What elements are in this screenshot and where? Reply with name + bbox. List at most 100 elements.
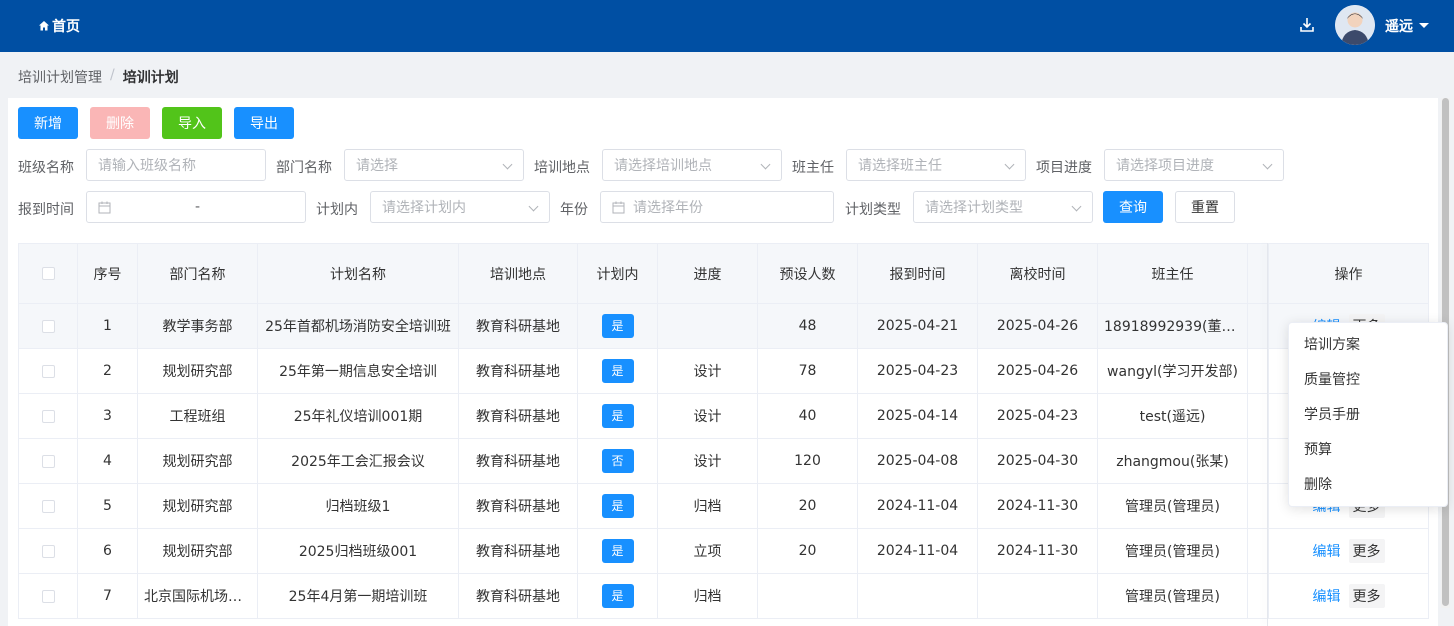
year-label: 年份: [560, 202, 588, 218]
table-row[interactable]: 2 规划研究部 25年第一期信息安全培训 教育科研基地 是 设计 78 2025…: [18, 348, 1429, 394]
edit-link[interactable]: 编辑: [1313, 589, 1341, 605]
edit-link[interactable]: 编辑: [1313, 544, 1341, 560]
location-label: 培训地点: [534, 160, 590, 176]
cell-leave: 2025-04-23: [977, 393, 1098, 439]
row-checkbox[interactable]: [41, 319, 55, 333]
cell-count: 20: [757, 483, 858, 529]
cell-empty: [1247, 438, 1269, 484]
table-row[interactable]: 6 规划研究部 2025归档班级001 教育科研基地 是 立项 20 2024-…: [18, 528, 1429, 574]
cell-dept: 规划研究部: [137, 483, 258, 529]
cell-no: 1: [77, 303, 138, 349]
in-plan-tag: 是: [601, 494, 634, 518]
class-name-input[interactable]: 请输入班级名称: [86, 149, 266, 181]
row-checkbox[interactable]: [41, 364, 55, 378]
cell-report: 2024-11-04: [857, 483, 978, 529]
cell-progress: [657, 303, 758, 349]
cell-progress: 归档: [657, 483, 758, 529]
in-plan-tag: 是: [601, 359, 634, 383]
import-button[interactable]: 导入: [162, 107, 222, 139]
menu-item-student-handbook[interactable]: 学员手册: [1289, 398, 1447, 433]
plan-type-label: 计划类型: [845, 202, 901, 218]
cell-empty: [1247, 303, 1269, 349]
breadcrumb-parent[interactable]: 培训计划管理: [18, 67, 102, 87]
row-checkbox[interactable]: [41, 589, 55, 603]
user-name[interactable]: 遥远: [1385, 16, 1413, 36]
report-time-range[interactable]: -: [86, 191, 306, 223]
menu-item-quality-control[interactable]: 质量管控: [1289, 363, 1447, 398]
year-picker[interactable]: 请选择年份: [600, 191, 834, 223]
in-plan-label: 计划内: [316, 202, 358, 218]
select-all-checkbox[interactable]: [41, 267, 55, 280]
location-select[interactable]: 请选择培训地点: [602, 149, 782, 181]
cell-leave: 2025-04-26: [977, 303, 1098, 349]
cell-count: [757, 573, 858, 619]
download-icon[interactable]: [1298, 16, 1316, 34]
cell-count: 20: [757, 528, 858, 574]
row-checkbox[interactable]: [41, 409, 55, 423]
cell-location: 教育科研基地: [458, 348, 578, 394]
home-icon: [39, 21, 49, 31]
cell-name: 25年礼仪培训001期: [257, 393, 459, 439]
home-label: 首页: [52, 19, 80, 35]
chevron-down-icon: [528, 201, 539, 212]
cell-teacher: wangyl(学习开发部): [1097, 348, 1248, 394]
cell-report: 2025-04-21: [857, 303, 978, 349]
menu-item-training-plan[interactable]: 培训方案: [1289, 328, 1447, 363]
menu-item-delete[interactable]: 删除: [1289, 468, 1447, 503]
cell-location: 教育科研基地: [458, 438, 578, 484]
row-checkbox[interactable]: [41, 544, 55, 558]
export-button[interactable]: 导出: [234, 107, 294, 139]
add-button[interactable]: 新增: [18, 107, 78, 139]
table-row[interactable]: 1 教学事务部 25年首都机场消防安全培训班 教育科研基地 是 48 2025-…: [18, 303, 1429, 349]
location-placeholder: 请选择培训地点: [614, 158, 712, 174]
chevron-down-icon: [502, 159, 513, 170]
reset-button[interactable]: 重置: [1175, 191, 1235, 223]
head-teacher-select[interactable]: 请选择班主任: [846, 149, 1026, 181]
select-all-cell[interactable]: [18, 243, 78, 304]
cell-name: 25年第一期信息安全培训: [257, 348, 459, 394]
cell-leave: [977, 573, 1098, 619]
cell-leave: 2025-04-26: [977, 348, 1098, 394]
more-button[interactable]: 更多: [1348, 584, 1385, 608]
cell-name: 25年首都机场消防安全培训班: [257, 303, 459, 349]
cell-actions: 编辑更多: [1268, 573, 1429, 619]
row-checkbox[interactable]: [41, 454, 55, 468]
calendar-icon: [98, 201, 111, 213]
home-link[interactable]: 首页: [38, 16, 80, 36]
cell-progress: 设计: [657, 348, 758, 394]
table-row[interactable]: 7 北京国际机场分公司 25年4月第一期培训班 教育科研基地 是 归档 管理员(…: [18, 573, 1429, 619]
chevron-down-icon: [1262, 159, 1273, 170]
top-navbar: 首页 遥远: [0, 0, 1454, 52]
menu-item-budget[interactable]: 预算: [1289, 433, 1447, 468]
progress-select[interactable]: 请选择项目进度: [1104, 149, 1284, 181]
plan-type-select[interactable]: 请选择计划类型: [913, 191, 1093, 223]
table-row[interactable]: 3 工程班组 25年礼仪培训001期 教育科研基地 是 设计 40 2025-0…: [18, 393, 1429, 439]
cell-teacher: zhangmou(张某): [1097, 438, 1248, 484]
cell-dept: 规划研究部: [137, 528, 258, 574]
cell-location: 教育科研基地: [458, 393, 578, 439]
in-plan-select[interactable]: 请选择计划内: [370, 191, 550, 223]
user-menu-caret-icon[interactable]: [1419, 23, 1429, 28]
cell-report: 2025-04-08: [857, 438, 978, 484]
cell-count: 120: [757, 438, 858, 484]
breadcrumb-current: 培训计划: [122, 70, 179, 86]
more-button[interactable]: 更多: [1348, 539, 1385, 563]
table-row[interactable]: 5 规划研究部 归档班级1 教育科研基地 是 归档 20 2024-11-04 …: [18, 483, 1429, 529]
query-button[interactable]: 查询: [1103, 191, 1163, 223]
head-teacher-label: 班主任: [792, 160, 834, 176]
table-row[interactable]: 4 规划研究部 2025年工会汇报会议 教育科研基地 否 设计 120 2025…: [18, 438, 1429, 484]
cell-count: 40: [757, 393, 858, 439]
row-checkbox[interactable]: [41, 499, 55, 513]
cell-dept: 规划研究部: [137, 438, 258, 484]
cell-report: [857, 573, 978, 619]
user-avatar[interactable]: [1335, 5, 1375, 45]
cell-location: 教育科研基地: [458, 573, 578, 619]
cell-location: 教育科研基地: [458, 528, 578, 574]
cell-dept: 规划研究部: [137, 348, 258, 394]
in-plan-tag: 是: [601, 404, 634, 428]
department-select[interactable]: 请选择: [344, 149, 524, 181]
delete-button[interactable]: 删除: [90, 107, 150, 139]
cell-teacher: 管理员(管理员): [1097, 483, 1248, 529]
cell-leave: 2025-04-30: [977, 438, 1098, 484]
cell-count: 78: [757, 348, 858, 394]
